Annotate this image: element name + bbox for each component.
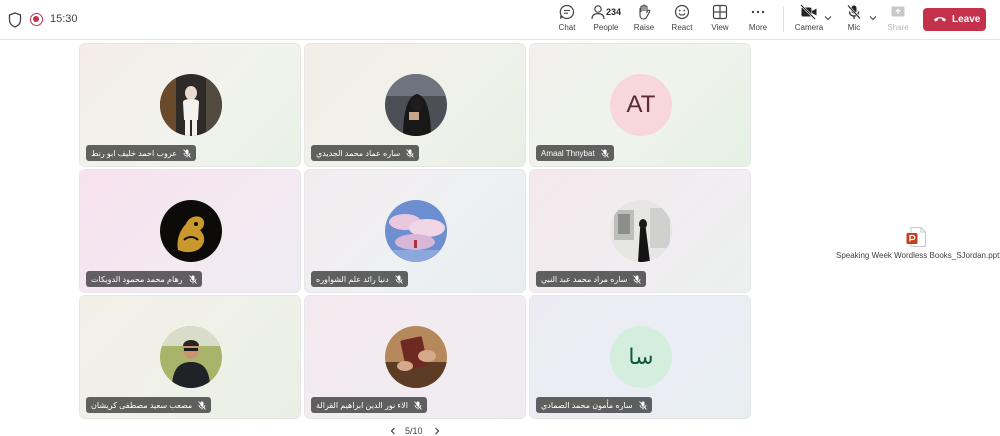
participant-avatar — [160, 326, 222, 388]
chat-button[interactable]: Chat — [553, 4, 581, 38]
mic-muted-icon — [183, 148, 191, 158]
meeting-toolbar: 15:30 Chat 234 People Raise React View M… — [0, 0, 1000, 40]
hang-up-icon — [934, 17, 946, 22]
mic-button[interactable]: Mic — [840, 4, 868, 38]
people-count: 234 — [606, 7, 622, 17]
participant-nametag: ساره عماد محمد الجديدي — [311, 145, 420, 161]
people-button[interactable]: 234 People — [588, 4, 624, 38]
participant-tile[interactable]: رهام محمد محمود الدويكات — [79, 169, 301, 293]
meeting-timer: 15:30 — [50, 13, 78, 25]
participant-nametag: مصعب سعيد مصطفى كريشان — [86, 397, 212, 413]
smiley-icon — [674, 4, 690, 20]
mic-muted-icon — [414, 400, 422, 410]
participant-avatar — [385, 326, 447, 388]
mic-muted-icon — [188, 274, 197, 284]
grid-view-icon — [712, 4, 728, 20]
share-button[interactable]: Share — [884, 4, 912, 38]
record-icon — [30, 13, 43, 26]
participant-tile[interactable]: دنيا رائد علم الشواوره — [304, 169, 526, 293]
view-button[interactable]: View — [706, 4, 734, 38]
participant-tile[interactable]: عروب احمد خليف ابو رنط — [79, 43, 301, 167]
previous-page-chevron-icon[interactable] — [388, 426, 398, 436]
participant-tile[interactable]: ساره عماد محمد الجديدي — [304, 43, 526, 167]
participant-nametag: دنيا رائد علم الشواوره — [311, 271, 408, 287]
raise-hand-button[interactable]: Raise — [630, 4, 658, 38]
participant-avatar — [160, 74, 222, 136]
participant-nametag: ساره مأمون محمد الصمادي — [536, 397, 652, 413]
participant-avatar: AT — [610, 74, 672, 136]
more-button[interactable]: More — [744, 4, 772, 38]
toolbar-divider — [783, 6, 784, 32]
mic-options-chevron-icon[interactable] — [869, 15, 877, 21]
more-icon — [751, 10, 765, 14]
participant-avatar: سا — [610, 326, 672, 388]
camera-button[interactable]: Camera — [792, 4, 826, 38]
participant-nametag: ساره مراد محمد عبد النبي — [536, 271, 647, 287]
mic-muted-icon — [600, 148, 609, 158]
camera-off-icon — [800, 4, 817, 20]
participant-avatar — [385, 200, 447, 262]
participant-avatar — [610, 200, 672, 262]
participant-tile[interactable]: سا ساره مأمون محمد الصمادي — [529, 295, 751, 419]
participant-avatar — [385, 74, 447, 136]
mic-muted-icon — [638, 400, 647, 410]
participant-nametag: رهام محمد محمود الدويكات — [86, 271, 202, 287]
participant-nametag: الاء نور الدين ابراهيم القرالة — [311, 397, 427, 413]
page-indicator: 5/10 — [405, 426, 423, 436]
participant-nametag: Amaal Thnybat — [536, 145, 614, 161]
shared-file-name[interactable]: Speaking Week Wordless Books_SJordan.ppt… — [836, 251, 1000, 260]
mic-off-icon — [847, 4, 861, 20]
raise-hand-icon — [639, 4, 651, 20]
leave-button[interactable]: Leave — [923, 8, 986, 31]
participant-nametag: عروب احمد خليف ابو رنط — [86, 145, 197, 161]
shield-icon — [8, 12, 22, 28]
participant-tile[interactable]: مصعب سعيد مصطفى كريشان — [79, 295, 301, 419]
participant-tile[interactable]: AT Amaal Thnybat — [529, 43, 751, 167]
participant-tile[interactable]: الاء نور الدين ابراهيم القرالة — [304, 295, 526, 419]
camera-options-chevron-icon[interactable] — [824, 15, 832, 21]
chat-icon — [559, 4, 575, 20]
powerpoint-icon[interactable] — [905, 226, 927, 248]
participant-avatar — [160, 200, 222, 262]
people-icon — [591, 5, 605, 20]
mic-muted-icon — [633, 274, 642, 284]
react-button[interactable]: React — [668, 4, 696, 38]
mic-muted-icon — [406, 148, 415, 158]
next-page-chevron-icon[interactable] — [432, 426, 442, 436]
share-screen-icon — [891, 6, 905, 17]
mic-muted-icon — [394, 274, 403, 284]
participant-tile[interactable]: ساره مراد محمد عبد النبي — [529, 169, 751, 293]
mic-muted-icon — [198, 400, 206, 410]
